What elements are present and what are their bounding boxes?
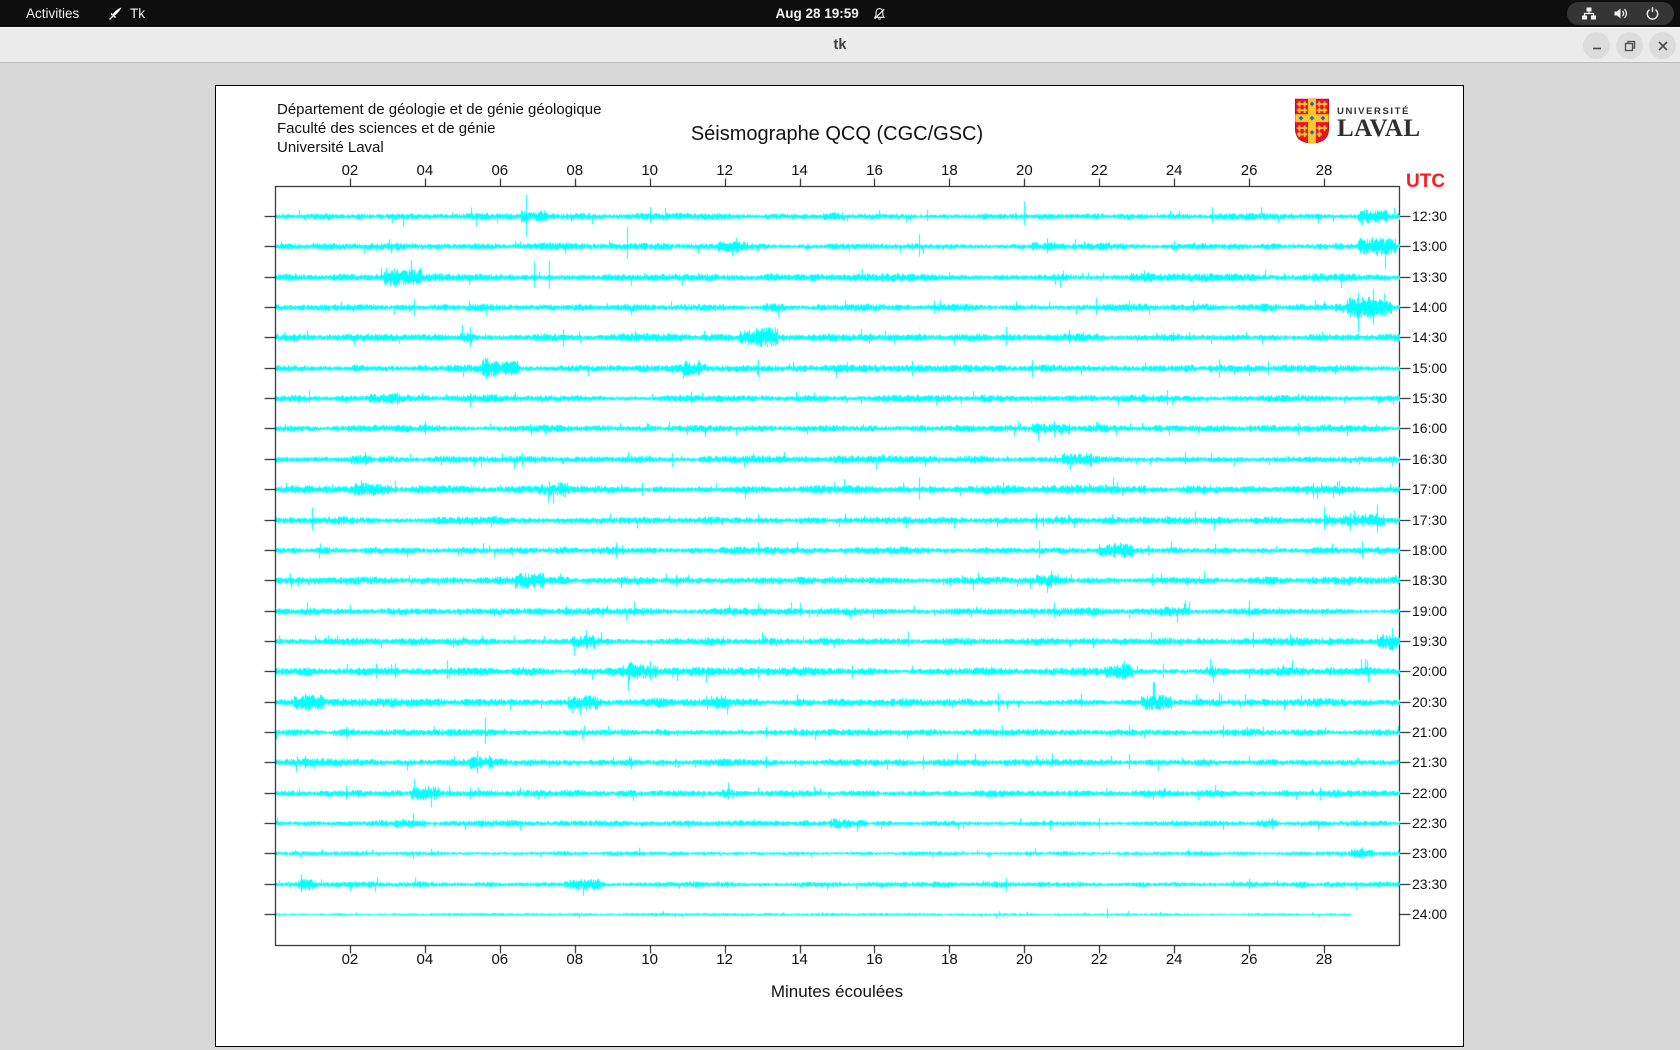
trace-time-label: 20:30 xyxy=(1412,693,1448,710)
activities-button[interactable]: Activities xyxy=(14,0,91,27)
app-menu[interactable]: Tk xyxy=(108,0,145,27)
trace-time-label: 13:30 xyxy=(1412,268,1448,285)
x-tick-label-bottom: 12 xyxy=(716,951,733,968)
seismograph-canvas[interactable]: Département de géologie et de génie géol… xyxy=(215,85,1465,1048)
x-tick-label-top: 20 xyxy=(1015,162,1033,179)
x-tick-label-bottom: 18 xyxy=(941,951,958,968)
x-tick-label-top: 08 xyxy=(566,162,584,179)
x-tick-label-top: 02 xyxy=(341,162,359,179)
x-tick-label-bottom: 28 xyxy=(1315,951,1333,968)
minimize-button[interactable] xyxy=(1583,32,1610,59)
x-tick-label-top: 16 xyxy=(866,162,883,179)
system-tray[interactable] xyxy=(1567,2,1674,25)
x-tick-label-top: 28 xyxy=(1315,162,1333,179)
trace-time-label: 21:00 xyxy=(1412,723,1448,740)
x-tick-label-bottom: 16 xyxy=(866,951,883,968)
x-tick-label-top: 04 xyxy=(416,162,434,179)
notifications-muted-icon xyxy=(873,7,887,21)
utc-axis-title: UTC xyxy=(1406,171,1446,192)
x-axis-title: Minutes écoulées xyxy=(770,982,904,1001)
trace-time-label: 15:00 xyxy=(1412,359,1448,376)
trace-time-label: 15:30 xyxy=(1412,390,1448,407)
x-tick-label-bottom: 14 xyxy=(791,951,808,968)
x-tick-label-bottom: 10 xyxy=(641,951,658,968)
x-tick-label-bottom: 04 xyxy=(416,951,434,968)
x-tick-label-top: 18 xyxy=(941,162,958,179)
network-wired-icon xyxy=(1581,6,1597,21)
desktop: { "topbar": { "activities": "Activities"… xyxy=(0,0,1680,1050)
trace-time-label: 17:00 xyxy=(1412,481,1448,498)
volume-icon xyxy=(1613,6,1629,21)
x-tick-label-bottom: 24 xyxy=(1165,951,1183,968)
x-tick-label-top: 12 xyxy=(716,162,733,179)
app-menu-label: Tk xyxy=(130,6,145,21)
x-tick-label-bottom: 26 xyxy=(1240,951,1258,968)
x-tick-label-bottom: 08 xyxy=(566,951,584,968)
x-tick-label-top: 26 xyxy=(1240,162,1258,179)
x-tick-label-bottom: 06 xyxy=(491,951,509,968)
x-tick-label-bottom: 22 xyxy=(1090,951,1108,968)
trace-time-label: 13:00 xyxy=(1412,238,1448,255)
window-title: tk xyxy=(833,37,847,53)
gnome-top-bar: Activities Tk Aug 28 19:59 xyxy=(0,0,1680,27)
x-tick-label-top: 14 xyxy=(791,162,808,179)
tk-app-icon xyxy=(108,6,123,21)
x-tick-label-top: 22 xyxy=(1090,162,1108,179)
tk-window-body: Département de géologie et de génie géol… xyxy=(0,64,1680,1050)
trace-time-label: 17:30 xyxy=(1412,511,1448,528)
trace-time-label: 19:30 xyxy=(1412,632,1448,649)
trace-time-label: 19:00 xyxy=(1412,602,1448,619)
trace-time-label: 23:30 xyxy=(1412,875,1448,892)
trace-time-label: 22:00 xyxy=(1412,784,1448,801)
trace-time-label: 16:30 xyxy=(1412,450,1448,467)
trace-time-label: 16:00 xyxy=(1412,420,1448,437)
close-button[interactable] xyxy=(1649,32,1676,59)
trace-time-label: 23:00 xyxy=(1412,845,1448,862)
trace-time-label: 21:30 xyxy=(1412,754,1448,771)
window-titlebar[interactable]: tk xyxy=(0,27,1680,63)
clock-menu[interactable]: Aug 28 19:59 xyxy=(775,0,886,27)
trace-time-label: 22:30 xyxy=(1412,815,1448,831)
x-tick-label-top: 10 xyxy=(641,162,658,179)
x-tick-label-bottom: 02 xyxy=(341,951,359,968)
trace-time-label: 14:00 xyxy=(1412,299,1448,316)
trace-time-label: 20:00 xyxy=(1412,663,1448,680)
clock-text: Aug 28 19:59 xyxy=(775,6,859,21)
maximize-button[interactable] xyxy=(1616,32,1643,59)
helicorder-trace-plot[interactable] xyxy=(216,86,1465,1048)
x-tick-label-top: 24 xyxy=(1165,162,1183,179)
trace-time-label: 18:30 xyxy=(1412,572,1448,589)
trace-time-label: 14:30 xyxy=(1412,329,1448,346)
trace-time-label: 18:00 xyxy=(1412,541,1448,558)
x-tick-label-bottom: 20 xyxy=(1015,951,1033,968)
trace-time-label: 12:30 xyxy=(1412,208,1448,224)
power-icon xyxy=(1645,6,1660,21)
x-tick-label-top: 06 xyxy=(491,162,509,179)
trace-time-label: 24:00 xyxy=(1412,906,1448,923)
